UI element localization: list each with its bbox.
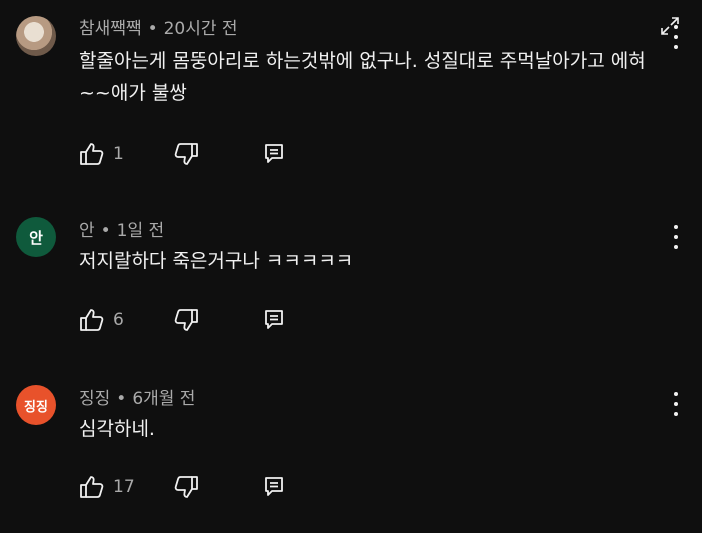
meta-separator: • xyxy=(147,19,158,39)
comment-meta: 참새짹짹 • 20시간 전 xyxy=(79,14,238,39)
reply-button[interactable] xyxy=(263,142,285,166)
avatar[interactable]: 안 xyxy=(16,217,56,257)
reply-icon xyxy=(265,310,283,329)
more-vert-icon[interactable] xyxy=(668,390,684,418)
reply-button[interactable] xyxy=(263,475,285,499)
avatar[interactable]: 징징 xyxy=(16,385,56,425)
thumbs-down-icon xyxy=(174,476,198,498)
comments-panel: 참새짹짹 • 20시간 전 할줄아는게 몸뚱아리로 하는것밖에 없구나. 성질대로 … xyxy=(0,0,702,533)
comment-actions: 6 xyxy=(79,307,285,333)
like-button[interactable]: 6 xyxy=(79,308,143,332)
comment-meta: 안 • 1일 전 xyxy=(79,216,164,241)
dislike-button[interactable] xyxy=(173,308,199,332)
thumbs-up-icon xyxy=(80,476,104,498)
comment-time[interactable]: 6개월 전 xyxy=(132,389,195,409)
comment-meta: 징징 • 6개월 전 xyxy=(79,384,195,409)
comment-actions: 1 xyxy=(79,141,285,167)
avatar-letter: 징징 xyxy=(24,399,48,415)
author-name[interactable]: 참새짹짹 xyxy=(79,19,142,39)
like-count: 1 xyxy=(113,144,124,164)
thumbs-down-icon xyxy=(174,309,198,331)
like-count: 6 xyxy=(113,310,124,330)
dislike-button[interactable] xyxy=(173,475,199,499)
reply-button[interactable] xyxy=(263,308,285,332)
thumbs-up-icon xyxy=(80,309,104,331)
meta-separator: • xyxy=(116,389,127,409)
thumbs-down-icon xyxy=(174,143,198,165)
dislike-button[interactable] xyxy=(173,142,199,166)
comment-text: 할줄아는게 몸뚱아리로 하는것밖에 없구나. 성질대로 주먹날아가고 에혀~~애… xyxy=(79,50,646,104)
more-vert-icon[interactable] xyxy=(668,23,684,51)
like-button[interactable]: 1 xyxy=(79,142,143,166)
reply-icon xyxy=(265,144,283,163)
like-button[interactable]: 17 xyxy=(79,475,143,499)
comment-text: 심각하네. xyxy=(79,418,155,440)
like-count: 17 xyxy=(113,477,135,497)
author-name[interactable]: 징징 xyxy=(79,389,110,409)
avatar-letter: 안 xyxy=(29,228,43,247)
comment-time[interactable]: 1일 전 xyxy=(117,221,165,241)
avatar[interactable] xyxy=(16,16,56,56)
thumbs-up-icon xyxy=(80,143,104,165)
comment-actions: 17 xyxy=(79,474,285,500)
comment-text: 저지랄하다 죽은거구나 ㅋㅋㅋㅋㅋ xyxy=(79,250,354,272)
reply-icon xyxy=(265,477,283,496)
more-vert-icon[interactable] xyxy=(668,223,684,251)
meta-separator: • xyxy=(100,221,111,241)
comment-time[interactable]: 20시간 전 xyxy=(164,19,238,39)
author-name[interactable]: 안 xyxy=(79,221,95,241)
